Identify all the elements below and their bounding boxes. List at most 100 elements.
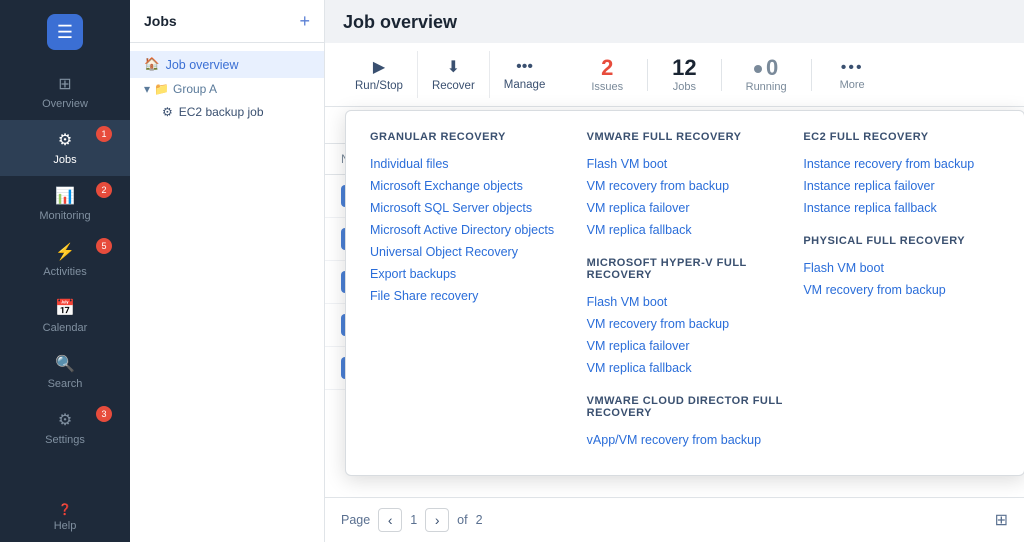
- ec2-replica-fallback-link[interactable]: Instance replica fallback: [803, 197, 1000, 219]
- tree-child-label: EC2 backup job: [179, 105, 264, 119]
- jobs-stat-label: Jobs: [673, 81, 696, 93]
- sidebar-item-activities[interactable]: 5 ⚡ Activities: [0, 232, 130, 288]
- add-job-button[interactable]: +: [299, 12, 310, 30]
- vcd-recovery-title: VMWARE CLOUD DIRECTOR FULL RECOVERY: [587, 395, 784, 419]
- stat-issues[interactable]: 2 Issues: [591, 56, 623, 92]
- exchange-objects-link[interactable]: Microsoft Exchange objects: [370, 175, 567, 197]
- individual-files-link[interactable]: Individual files: [370, 153, 567, 175]
- sidebar-item-label: Search: [48, 378, 83, 390]
- sidebar-item-settings[interactable]: 3 ⚙ Settings: [0, 400, 130, 456]
- physical-flash-boot-link[interactable]: Flash VM boot: [803, 257, 1000, 279]
- universal-recovery-link[interactable]: Universal Object Recovery: [370, 241, 567, 263]
- job-icon: ⚙: [162, 105, 173, 119]
- manage-icon: •••: [516, 58, 533, 76]
- chevron-down-icon: ▾: [144, 82, 150, 96]
- running-count: 0: [766, 56, 778, 80]
- tree-item-label: Job overview: [166, 58, 239, 72]
- sidebar-item-calendar[interactable]: 📅 Calendar: [0, 288, 130, 344]
- physical-recovery-backup-link[interactable]: VM recovery from backup: [803, 279, 1000, 301]
- recover-label: Recover: [432, 80, 475, 92]
- sidebar-item-monitoring[interactable]: 2 📊 Monitoring: [0, 176, 130, 232]
- tree-group-label: Group A: [173, 82, 217, 96]
- jobs-count: 12: [672, 56, 696, 80]
- sidebar-help[interactable]: ❓ Help: [0, 493, 130, 542]
- sidebar-item-label: Settings: [45, 434, 85, 446]
- manage-button[interactable]: ••• Manage: [490, 52, 560, 97]
- spacer: [803, 219, 1000, 235]
- sidebar-logo: ☰: [0, 0, 130, 64]
- stat-more-button[interactable]: ••• More: [840, 59, 865, 91]
- sidebar-item-search[interactable]: 🔍 Search: [0, 344, 130, 400]
- sidebar: ☰ ⊞ Overview 1 ⚙ Jobs 2 📊 Monitoring 5 ⚡…: [0, 0, 130, 542]
- run-stop-button[interactable]: ▶ Run/Stop: [341, 51, 418, 98]
- dropdown-columns: GRANULAR RECOVERY Individual files Micro…: [370, 131, 1000, 451]
- hyperv-replica-failover-link[interactable]: VM replica failover: [587, 335, 784, 357]
- ad-objects-link[interactable]: Microsoft Active Directory objects: [370, 219, 567, 241]
- recover-button[interactable]: ⬇ Recover: [418, 51, 490, 98]
- next-page-button[interactable]: ›: [425, 508, 449, 532]
- spacer: [587, 379, 784, 395]
- dropdown-col-vmware: VMWARE FULL RECOVERY Flash VM boot VM re…: [587, 131, 804, 451]
- pagination: Page ‹ 1 › of 2 ⊞: [325, 497, 1024, 542]
- running-label: Running: [746, 81, 787, 93]
- calendar-icon: 📅: [55, 298, 75, 318]
- run-stop-label: Run/Stop: [355, 80, 403, 92]
- grid-view-icon[interactable]: ⊞: [995, 510, 1008, 530]
- ec2-instance-recovery-link[interactable]: Instance recovery from backup: [803, 153, 1000, 175]
- vmware-flash-boot-link[interactable]: Flash VM boot: [587, 153, 784, 175]
- monitoring-icon: 📊: [55, 186, 75, 206]
- page-label: Page: [341, 513, 370, 527]
- monitoring-badge: 2: [96, 182, 112, 198]
- jobs-icon: ⚙: [58, 130, 72, 150]
- stat-divider-3: [811, 59, 812, 91]
- vcd-recovery-link[interactable]: vApp/VM recovery from backup: [587, 429, 784, 451]
- ec2-replica-failover-link[interactable]: Instance replica failover: [803, 175, 1000, 197]
- home-icon: 🏠: [144, 57, 160, 72]
- sidebar-item-label: Activities: [43, 266, 86, 278]
- activities-icon: ⚡: [55, 242, 75, 262]
- hyperv-replica-fallback-link[interactable]: VM replica fallback: [587, 357, 784, 379]
- granular-recovery-title: GRANULAR RECOVERY: [370, 131, 567, 143]
- recover-dropdown: GRANULAR RECOVERY Individual files Micro…: [345, 110, 1024, 476]
- sidebar-item-label: Calendar: [43, 322, 88, 334]
- tree-child-ec2-backup[interactable]: ⚙ EC2 backup job: [130, 100, 324, 124]
- sidebar-item-overview[interactable]: ⊞ Overview: [0, 64, 130, 120]
- stat-divider-1: [647, 59, 648, 91]
- hyperv-flash-boot-link[interactable]: Flash VM boot: [587, 291, 784, 313]
- export-backups-link[interactable]: Export backups: [370, 263, 567, 285]
- vmware-full-recovery-title: VMWARE FULL RECOVERY: [587, 131, 784, 143]
- tree-group-a[interactable]: ▾ 📁 Group A: [130, 78, 324, 100]
- page-title: Job overview: [343, 12, 1006, 33]
- of-label: of: [457, 513, 467, 527]
- sql-objects-link[interactable]: Microsoft SQL Server objects: [370, 197, 567, 219]
- overview-icon: ⊞: [58, 74, 71, 94]
- sidebar-item-jobs[interactable]: 1 ⚙ Jobs: [0, 120, 130, 176]
- file-share-recovery-link[interactable]: File Share recovery: [370, 285, 567, 307]
- jobs-panel-title: Jobs: [144, 13, 177, 29]
- prev-page-button[interactable]: ‹: [378, 508, 402, 532]
- stat-running[interactable]: 0 Running: [746, 56, 787, 92]
- more-label: More: [840, 79, 865, 91]
- tree-item-job-overview[interactable]: 🏠 Job overview: [130, 51, 324, 78]
- spacer: [587, 241, 784, 257]
- stats-bar: 2 Issues 12 Jobs 0 Running ••• More: [575, 43, 1024, 106]
- activities-badge: 5: [96, 238, 112, 254]
- issues-count: 2: [601, 56, 613, 80]
- hyperv-recovery-title: MICROSOFT HYPER-V FULL RECOVERY: [587, 257, 784, 281]
- more-dots-icon: •••: [841, 59, 864, 77]
- sidebar-item-label: Overview: [42, 98, 88, 110]
- physical-full-recovery-title: PHYSICAL FULL RECOVERY: [803, 235, 1000, 247]
- settings-badge: 3: [96, 406, 112, 422]
- vmware-replica-failover-link[interactable]: VM replica failover: [587, 197, 784, 219]
- dropdown-col-ec2: EC2 FULL RECOVERY Instance recovery from…: [803, 131, 1000, 451]
- vmware-replica-fallback-link[interactable]: VM replica fallback: [587, 219, 784, 241]
- help-icon: ❓: [58, 503, 72, 516]
- hyperv-recovery-backup-link[interactable]: VM recovery from backup: [587, 313, 784, 335]
- issues-label: Issues: [591, 81, 623, 93]
- jobs-panel-header: Jobs +: [130, 0, 324, 43]
- running-count-row: 0: [754, 56, 778, 80]
- vmware-recovery-backup-link[interactable]: VM recovery from backup: [587, 175, 784, 197]
- help-label: Help: [54, 520, 77, 532]
- stat-jobs[interactable]: 12 Jobs: [672, 56, 696, 92]
- total-pages: 2: [476, 513, 483, 527]
